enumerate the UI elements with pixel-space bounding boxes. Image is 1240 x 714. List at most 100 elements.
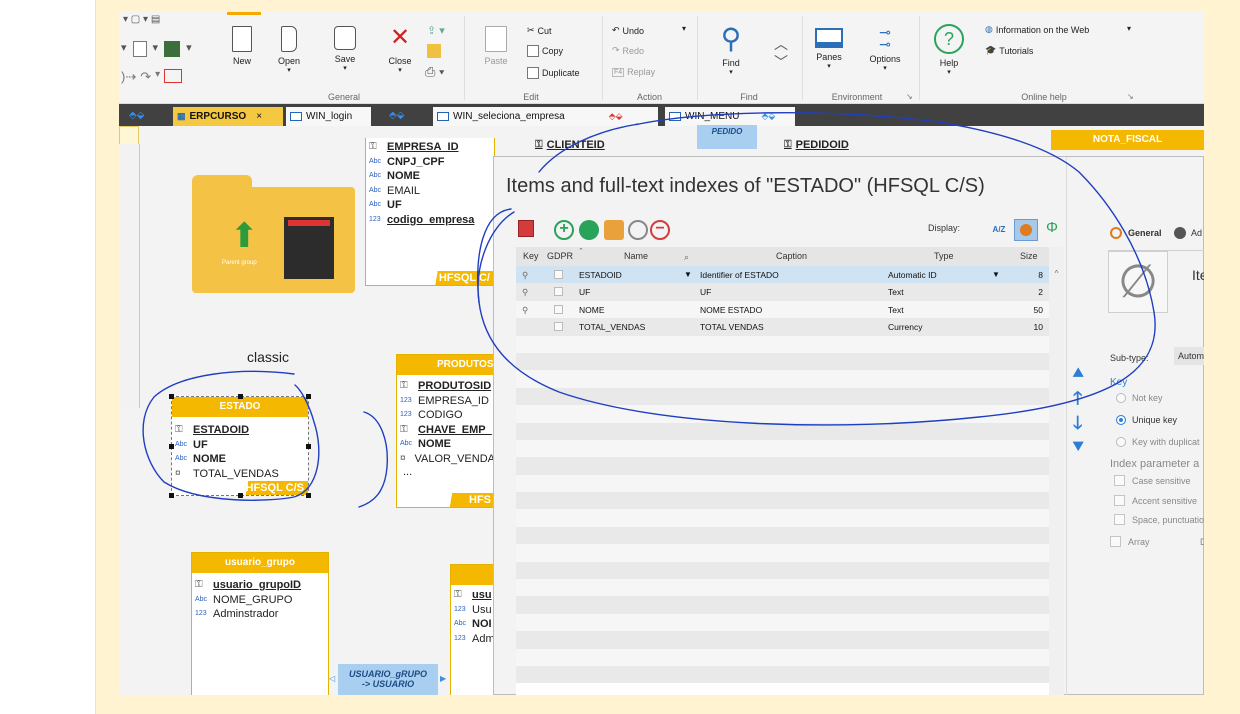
quick-access-row-1[interactable]: ▾ ▢ ▾ ▤ (123, 14, 160, 25)
column-name[interactable]: Name (624, 251, 648, 261)
tab-advanced[interactable]: Ad (1191, 228, 1202, 238)
options-button[interactable]: ⊸ ⊸ Options ▾ (867, 25, 903, 72)
table-field[interactable]: ¤ VALOR_VENDA (397, 452, 495, 467)
grid-icon[interactable] (164, 69, 183, 83)
gdpr-checkbox[interactable] (554, 270, 563, 279)
info-web-dropdown-icon[interactable]: ▾ (1127, 24, 1131, 33)
table-field[interactable]: ¤ TOTAL_VENDAS (172, 467, 308, 482)
selection-handle[interactable] (238, 493, 243, 498)
table-field[interactable]: Abc NOME_GRUPO (192, 593, 328, 608)
subtype-select[interactable]: Autom (1174, 347, 1204, 365)
move-bottom-icon[interactable]: ⯆ (1071, 437, 1085, 458)
redo-button[interactable]: ↷ Redo (612, 45, 644, 56)
cut-button[interactable]: ✂ Cut (527, 25, 552, 36)
table-estado[interactable]: ESTADO ⚿ ESTADOID Abc UF Abc NOME ¤ TOTAL_VENDA… (169, 394, 311, 498)
empty-row[interactable] (516, 335, 1049, 353)
add-item-button[interactable]: + (554, 220, 574, 240)
table-field[interactable]: ⚿ EMPRESA_ID (366, 140, 494, 155)
quick-access-row-3[interactable]: )⇢ ↷ ▾ (121, 69, 183, 85)
not-key-radio[interactable] (1116, 393, 1126, 403)
empty-row[interactable] (516, 439, 1049, 458)
unique-key-radio[interactable] (1116, 415, 1126, 425)
empty-row[interactable] (516, 457, 1049, 475)
empty-row[interactable] (516, 631, 1049, 649)
table-field[interactable]: Abc NOME (397, 437, 495, 452)
empty-row[interactable] (516, 474, 1049, 493)
empty-row[interactable] (516, 405, 1049, 423)
tab-general[interactable]: General (1128, 228, 1162, 238)
replay-button[interactable]: F4 Replay (612, 67, 655, 77)
column-type[interactable]: Type (934, 251, 954, 261)
quick-access-dropdown-icon[interactable]: ▾ (121, 41, 127, 57)
table-field[interactable]: Abc CNPJ_CPF (366, 155, 494, 170)
empty-row[interactable] (516, 579, 1049, 597)
column-gdpr[interactable]: GDPR (547, 251, 573, 261)
empty-row[interactable] (516, 387, 1049, 406)
paste-button[interactable]: Paste (481, 26, 511, 66)
table-row[interactable]: ⚲ ESTADOID Identifier of ESTADO Automatic I… (516, 266, 1049, 284)
table-field[interactable]: 123 CODIGO (397, 408, 495, 423)
empty-row[interactable] (516, 544, 1049, 562)
table-field[interactable]: Abc UF (172, 438, 308, 453)
quick-access-row-2[interactable]: ▾ ▾ ▾ (121, 41, 192, 57)
selection-handle[interactable] (169, 493, 174, 498)
tab-win-seleciona-empresa[interactable]: WIN_seleciona_empresa ⬘⬙ (433, 107, 658, 126)
calendar-icon[interactable] (518, 220, 534, 237)
save-button[interactable]: Save ▾ (331, 26, 359, 72)
case-sensitive-checkbox[interactable] (1114, 475, 1125, 486)
new-button[interactable]: New (229, 26, 255, 66)
copy-button[interactable]: Copy (527, 45, 563, 57)
undo-button[interactable]: ↶ Undo (612, 25, 644, 36)
tutorials-button[interactable]: 🎓 Tutorials (985, 45, 1033, 56)
chevron-down-icon[interactable]: ▼ (992, 270, 1000, 279)
table-empresa[interactable]: ⚿ EMPRESA_ID Abc CNPJ_CPF Abc NOME Abc EMAIL Abc… (365, 138, 495, 286)
scroll-up-icon[interactable]: ^ (1049, 269, 1064, 278)
tab-win-menu[interactable]: WIN_MENU ⬘⬙ (665, 107, 795, 126)
empty-row[interactable] (516, 352, 1049, 371)
dialog-launcher-icon[interactable]: ↘ (1127, 92, 1134, 101)
array-checkbox[interactable] (1110, 536, 1121, 547)
column-key[interactable]: Key (523, 251, 539, 261)
table-field[interactable]: ⚿ usuario_grupoID (192, 578, 328, 593)
table-field[interactable]: 123 Adminstrador (192, 607, 328, 622)
table-field[interactable]: ⚿ PRODUTOSID (397, 379, 495, 394)
add-index-button[interactable] (579, 220, 599, 240)
search-item-button[interactable] (628, 220, 648, 240)
document-icon[interactable] (132, 41, 147, 57)
empty-row[interactable] (516, 492, 1049, 510)
small-tools-icon[interactable]: ⇪ ▾ (427, 24, 445, 37)
find-up-arrow-icon[interactable]: ︿ (774, 34, 788, 54)
table-row[interactable]: TOTAL_VENDAS TOTAL VENDAS Currency 10 (516, 318, 1049, 336)
table-nota-fiscal-header[interactable]: NOTA_FISCAL (1051, 130, 1204, 150)
gdpr-checkbox[interactable] (554, 304, 563, 314)
clienteid-field[interactable]: ⚿ CLIENTEID (535, 139, 605, 151)
sql-icon[interactable] (164, 41, 181, 57)
gdpr-checkbox[interactable] (554, 322, 563, 332)
quick-access-dropdown-icon[interactable]: ▾ (186, 41, 192, 57)
duplicate-button[interactable]: Duplicate (527, 67, 580, 79)
panes-button[interactable]: Panes ▾ (811, 28, 847, 70)
selection-handle[interactable] (306, 394, 311, 399)
empty-row[interactable] (516, 613, 1049, 632)
empty-row[interactable] (516, 596, 1049, 614)
search-icon[interactable]: ⌕ (684, 252, 689, 263)
table-field[interactable]: 123 codigo_empresa (366, 213, 494, 228)
pedidoid-field[interactable]: ⚿ PEDIDOID (784, 139, 849, 151)
display-mode-button-active[interactable] (1014, 219, 1038, 241)
wizard-icon[interactable] (427, 44, 441, 58)
import-item-button[interactable] (604, 220, 624, 240)
empty-row[interactable] (516, 526, 1049, 545)
table-field[interactable]: 123 Adm (451, 632, 499, 647)
move-top-icon[interactable]: ⯅ (1071, 363, 1085, 384)
accent-sensitive-checkbox[interactable] (1114, 495, 1125, 506)
phi-icon[interactable]: Φ (1046, 219, 1058, 236)
selection-handle[interactable] (169, 394, 174, 399)
quick-access-dropdown-icon[interactable]: ▾ (155, 69, 160, 85)
space-punctuation-checkbox[interactable] (1114, 514, 1125, 525)
table-field[interactable]: Abc NOME (366, 169, 494, 184)
tab-win-login[interactable]: WIN_login (286, 107, 371, 126)
close-tab-icon[interactable]: × (256, 111, 262, 122)
table-field[interactable]: Abc NOI (451, 617, 499, 632)
table-row[interactable]: ⚲ UF UF Text 2 (516, 283, 1049, 301)
undo-dropdown-icon[interactable]: ▾ (682, 24, 686, 33)
